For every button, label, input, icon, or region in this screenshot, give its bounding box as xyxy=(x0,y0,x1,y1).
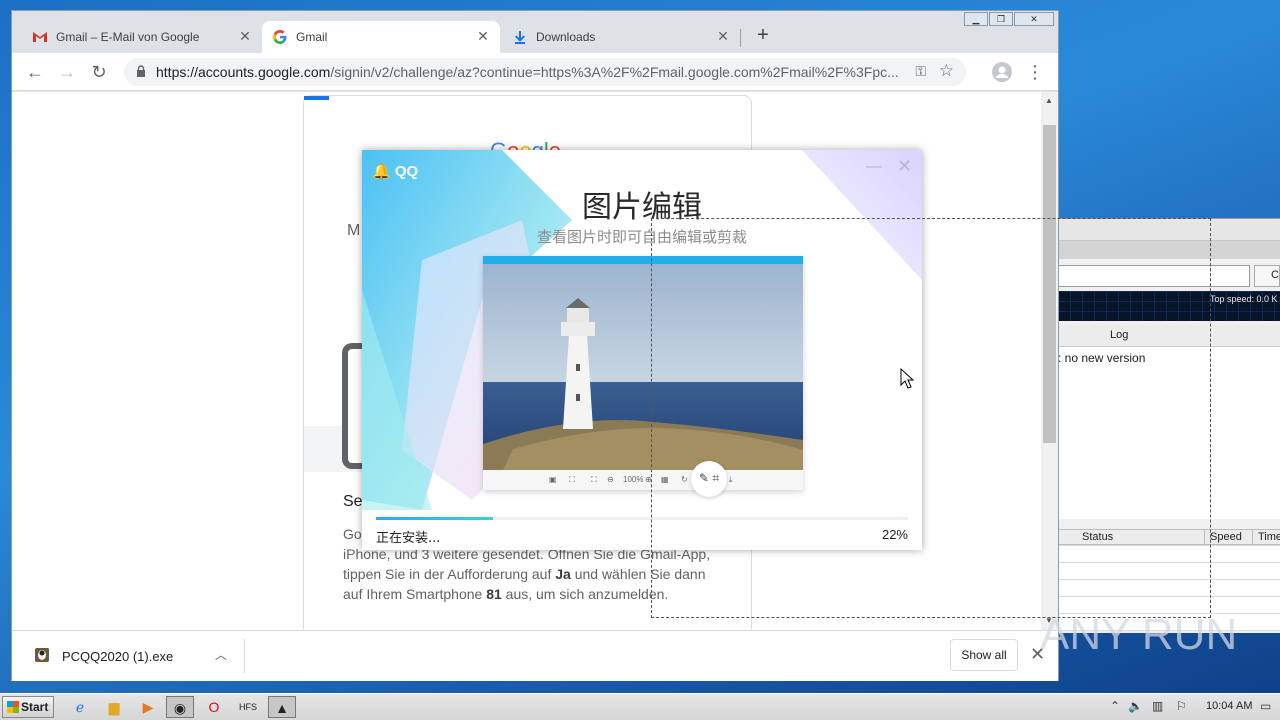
qq-taskbar-icon[interactable]: ▲ xyxy=(268,696,296,718)
bookmark-star-icon[interactable]: ☆ xyxy=(939,61,954,81)
media-player-icon[interactable]: ▶ xyxy=(134,696,162,718)
url-path: /signin/v2/challenge/az?continue=https%3… xyxy=(330,64,899,80)
download-file-name[interactable]: PCQQ2020 (1).exe xyxy=(62,649,173,664)
close-window-button[interactable]: ✕ xyxy=(1014,12,1054,26)
clock[interactable]: 10:04 AM xyxy=(1206,700,1252,712)
fit-icon: ⛶ xyxy=(569,475,575,484)
hfs-icon[interactable]: HFS xyxy=(234,696,262,718)
selection-guide xyxy=(1210,218,1211,618)
tab-downloads[interactable]: Downloads ✕ xyxy=(502,21,740,53)
menu-kebab-icon[interactable]: ⋮ xyxy=(1022,60,1048,86)
qq-logo-text: QQ xyxy=(394,163,419,180)
bg-app-c-label: C xyxy=(1271,269,1279,281)
qq-file-icon xyxy=(35,648,49,662)
back-arrow-icon[interactable]: ← xyxy=(22,60,48,86)
download-shelf: PCQQ2020 (1).exe ︿ Show all ✕ xyxy=(12,630,1058,681)
restore-button[interactable]: ❐ xyxy=(989,12,1013,26)
explorer-folder-icon[interactable]: ▆ xyxy=(100,696,128,718)
profile-avatar-icon[interactable] xyxy=(992,62,1012,82)
tab-gmail[interactable]: Gmail ✕ xyxy=(262,21,500,53)
close-icon[interactable]: ✕ xyxy=(236,27,254,45)
key-icon[interactable]: ⚿ xyxy=(915,63,926,80)
install-status: 正在安装... xyxy=(376,531,441,546)
new-tab-button[interactable]: + xyxy=(752,25,774,47)
col-time[interactable]: Time xyxy=(1258,531,1280,543)
address-bar[interactable]: https://accounts.google.com/signin/v2/ch… xyxy=(124,58,966,86)
text-fragment: auf Ihrem Smartphone xyxy=(343,586,487,602)
reload-icon[interactable]: ↻ xyxy=(86,60,112,86)
action-center-flag-icon[interactable]: ⚐ xyxy=(1176,699,1187,713)
lock-icon xyxy=(137,65,145,77)
tab-label: Downloads xyxy=(536,30,596,44)
zoom-level: 100% xyxy=(623,475,644,484)
close-icon[interactable]: ✕ xyxy=(714,27,732,45)
top-speed-label: Top speed: 0.0 K xyxy=(1210,294,1278,304)
scroll-up-icon[interactable]: ▲ xyxy=(1045,96,1053,105)
network-icon[interactable]: ▥ xyxy=(1152,699,1163,713)
gmail-icon xyxy=(33,32,47,42)
url-host: https://accounts.google.com xyxy=(156,64,331,80)
qq-logo: 🔔 QQ xyxy=(372,163,419,180)
close-icon[interactable]: ✕ xyxy=(474,27,492,45)
tray-chevron-icon[interactable]: ⌃ xyxy=(1110,699,1120,713)
bold-yes: Ja xyxy=(555,566,571,582)
zoom-out-icon: ⊖ xyxy=(607,475,614,484)
chevron-up-icon[interactable]: ︿ xyxy=(215,646,227,663)
start-label: Start xyxy=(21,700,49,714)
chrome-taskbar-icon[interactable]: ◉ xyxy=(166,696,194,718)
col-speed[interactable]: Speed xyxy=(1210,531,1242,543)
tab-label: Gmail – E-Mail von Google xyxy=(56,30,200,44)
tab-label: Gmail xyxy=(296,30,328,44)
browser-toolbar: ← → ↻ https://accounts.google.com/signin… xyxy=(12,53,1058,91)
tab-separator xyxy=(740,29,741,47)
start-button[interactable]: Start xyxy=(2,696,54,718)
bold-number: 81 xyxy=(486,586,502,602)
download-separator xyxy=(244,639,245,673)
minimize-icon[interactable]: — xyxy=(866,158,882,176)
bg-app-c-button[interactable]: C xyxy=(1254,265,1280,287)
tab-gmail-email[interactable]: Gmail – E-Mail von Google ✕ xyxy=(22,21,262,53)
heading-initial: M xyxy=(347,222,361,239)
show-all-button[interactable]: Show all xyxy=(950,639,1018,671)
minimize-button[interactable]: ▁ xyxy=(964,12,988,26)
show-desktop-icon[interactable]: ▭ xyxy=(1260,699,1271,713)
google-g-icon xyxy=(273,30,287,44)
text-fragment: aus, um sich anzumelden. xyxy=(501,586,669,602)
ie-icon[interactable]: ℯ xyxy=(66,696,94,718)
save-icon: ▣ xyxy=(549,475,557,484)
expand-icon: ⛶ xyxy=(591,475,597,484)
volume-icon[interactable]: 🔈 xyxy=(1128,699,1143,713)
url-text: https://accounts.google.com/signin/v2/ch… xyxy=(156,64,901,80)
selection-rectangle xyxy=(651,218,1211,618)
section-title: Se xyxy=(343,493,363,510)
taskbar: Start ℯ ▆ ▶ ◉ O HFS ▲ ⌃ 🔈 ▥ ⚐ 10:04 AM ▭ xyxy=(0,693,1280,720)
forward-arrow-icon[interactable]: → xyxy=(54,60,80,86)
signin-progress-bar xyxy=(304,96,329,100)
mouse-cursor-icon xyxy=(900,368,914,389)
opera-icon[interactable]: O xyxy=(200,696,228,718)
anyrun-watermark: ANY RUN xyxy=(1040,610,1238,659)
text-fragment: tippen Sie in der Aufforderung auf xyxy=(343,566,556,582)
close-icon[interactable]: ✕ xyxy=(897,156,912,177)
download-icon xyxy=(515,31,525,44)
windows-logo-icon xyxy=(7,701,19,713)
install-progress-fill xyxy=(376,517,494,520)
